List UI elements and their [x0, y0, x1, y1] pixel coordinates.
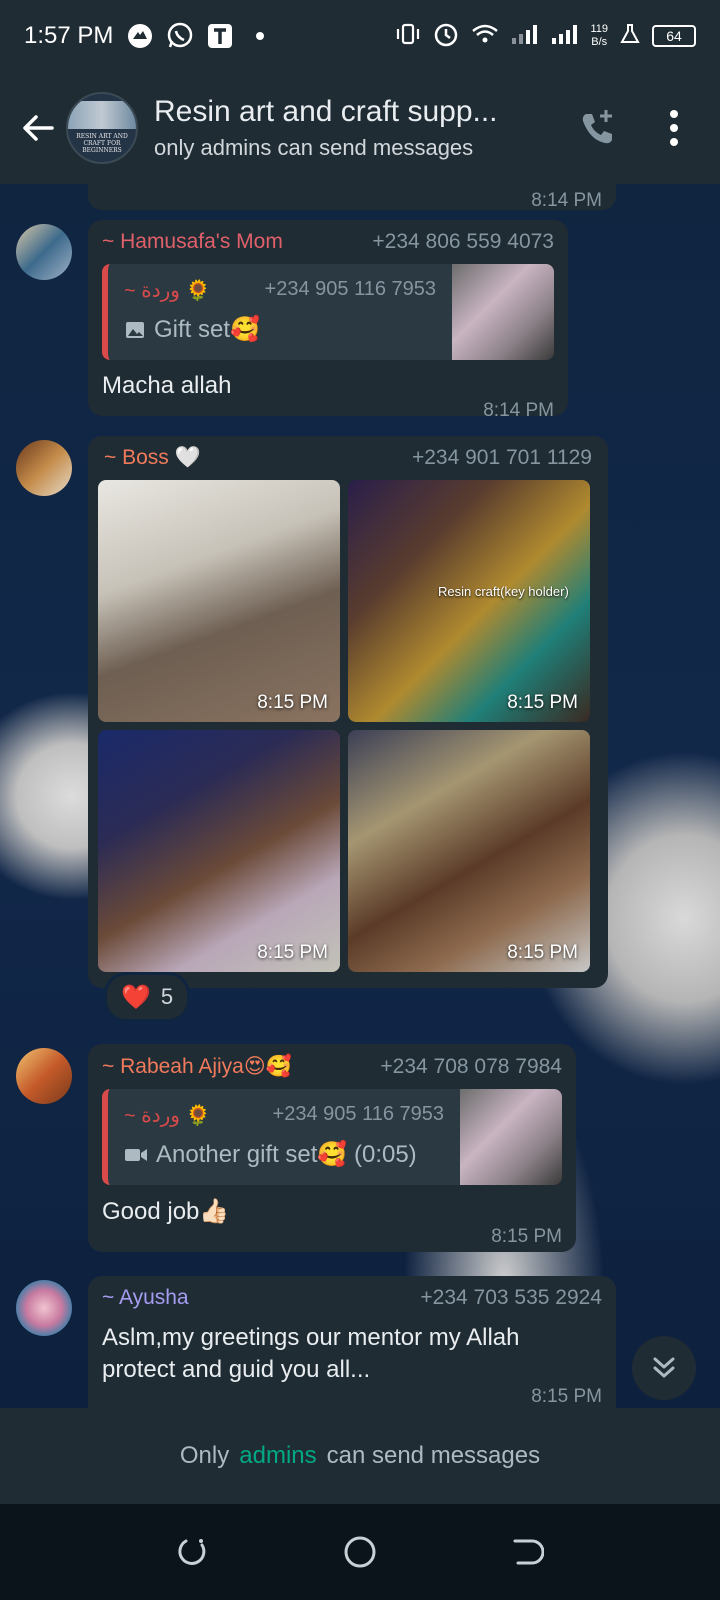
dot-icon [245, 21, 275, 51]
photo-grid: 8:15 PM Resin craft(key holder) 8:15 PM … [98, 480, 598, 972]
reaction-count: 5 [160, 984, 174, 1009]
recent-apps-button[interactable] [163, 1522, 223, 1582]
message-time: 8:15 PM [531, 1386, 602, 1407]
sender-name[interactable]: ~ Boss 🤍 [104, 446, 201, 470]
quoted-phone: +234 905 116 7953 [264, 278, 436, 300]
home-button[interactable] [330, 1522, 390, 1582]
video-icon [125, 1148, 147, 1161]
sender-name[interactable]: ~ Ayusha [102, 1286, 189, 1310]
message-bubble[interactable]: ~ Ayusha +234 703 535 2924 Aslm,my greet… [88, 1276, 616, 1408]
message-text: Macha allah [102, 372, 232, 399]
message-text: Aslm,my greetings our mentor my Allah pr… [102, 1324, 520, 1383]
back-nav-button[interactable] [497, 1522, 557, 1582]
arrow-left-icon [23, 115, 54, 141]
message-text: Good job👍🏻 [102, 1198, 230, 1225]
status-bar: 1:57 PM 119 B/s 64 [0, 0, 720, 72]
system-navigation-bar [0, 1504, 720, 1600]
double-chevron-down-icon [653, 1357, 675, 1378]
signal-icon [510, 22, 540, 51]
quoted-text: Gift set🥰 [154, 316, 260, 343]
net-speed: 119 B/s [590, 23, 608, 49]
message-bubble[interactable]: ~ Rabeah Ajiya😍🥰 +234 708 078 7984 ~ ورد… [88, 1044, 576, 1252]
back-nav-icon [513, 1539, 544, 1565]
photo-item[interactable]: Resin craft(key holder) 8:15 PM [348, 480, 590, 722]
message-bubble[interactable]: ~ Hamusafa's Mom +234 806 559 4073 ~ ورد… [88, 220, 568, 421]
quoted-thumbnail [452, 264, 554, 360]
sender-phone: +234 901 701 1129 [411, 446, 592, 469]
sender-phone: +234 703 535 2924 [420, 1286, 602, 1309]
t-app-icon [205, 21, 235, 51]
notice-prefix: Only [179, 1442, 230, 1469]
signal-icon-2 [550, 22, 580, 51]
game-controller-icon [125, 21, 155, 51]
phone-plus-icon [582, 110, 612, 144]
sender-avatar[interactable] [16, 1048, 72, 1104]
quoted-thumbnail [460, 1089, 562, 1185]
scroll-to-bottom-button[interactable] [632, 1336, 696, 1400]
avatar-photo [68, 101, 136, 129]
net-speed-value: 119 [590, 23, 608, 35]
message-time: 8:14 PM [531, 190, 602, 211]
chat-header: RESIN ART AND CRAFT FOR BEGINNERS Resin … [0, 72, 720, 184]
chat-title-block[interactable]: Resin art and craft supp... only admins … [154, 95, 550, 161]
back-button[interactable] [10, 100, 66, 156]
quoted-message[interactable]: ~ وردة 🌻 +234 905 116 7953 Another gift … [102, 1089, 562, 1185]
photo-time: 8:15 PM [507, 942, 578, 963]
photo-item[interactable]: 8:15 PM [98, 480, 340, 722]
message-time: 8:14 PM [483, 400, 554, 421]
admins-link[interactable]: admins [239, 1442, 316, 1470]
notice-suffix: can send messages [326, 1442, 541, 1469]
sender-avatar[interactable] [16, 1280, 72, 1336]
group-title: Resin art and craft supp... [154, 95, 498, 128]
quoted-message[interactable]: ~ وردة 🌻 +234 905 116 7953 Gift set🥰 [102, 264, 554, 360]
photo-item[interactable]: 8:15 PM [98, 730, 340, 972]
group-subtitle: only admins can send messages [154, 135, 474, 160]
chat-area[interactable]: 8:14 PM ~ Hamusafa's Mom +234 806 559 40… [0, 184, 720, 1408]
avatar-text: RESIN ART AND CRAFT FOR BEGINNERS [76, 133, 128, 154]
wifi-icon [470, 20, 500, 53]
message-bubble-partial: 8:14 PM [88, 184, 616, 211]
sender-phone: +234 708 078 7984 [380, 1054, 562, 1078]
photo-item[interactable]: 8:15 PM [348, 730, 590, 972]
sender-avatar[interactable] [16, 440, 72, 496]
more-options-button[interactable] [646, 100, 702, 156]
quoted-sender: ~ وردة 🌻 [124, 1105, 211, 1127]
vibrate-icon [394, 20, 422, 53]
battery-icon: 64 [652, 25, 696, 47]
sender-phone: +234 806 559 4073 [372, 230, 554, 253]
recent-apps-icon [178, 1539, 206, 1565]
image-icon [126, 321, 144, 338]
admins-only-notice: Only admins can send messages [0, 1408, 720, 1504]
group-avatar[interactable]: RESIN ART AND CRAFT FOR BEGINNERS [66, 92, 138, 164]
whatsapp-icon [165, 21, 195, 51]
sender-name[interactable]: ~ Hamusafa's Mom [102, 230, 283, 254]
alarm-icon [432, 20, 460, 53]
message-bubble[interactable]: ~ Boss 🤍 +234 901 701 1129 8:15 PM Resin… [88, 436, 608, 988]
sender-name[interactable]: ~ Rabeah Ajiya😍🥰 [102, 1054, 292, 1079]
net-speed-unit: B/s [591, 36, 608, 48]
photo-time: 8:15 PM [257, 692, 328, 713]
photo-overlay-text: Resin craft(key holder) [438, 584, 569, 599]
sender-avatar[interactable] [16, 224, 72, 280]
quoted-phone: +234 905 116 7953 [272, 1103, 444, 1125]
reaction-chip[interactable]: ❤️ 5 [104, 972, 191, 1022]
heart-emoji: ❤️ [121, 983, 151, 1011]
flask-icon [618, 22, 642, 51]
status-time: 1:57 PM [24, 22, 114, 49]
quoted-sender: ~ وردة 🌻 [124, 280, 211, 302]
home-circle-icon [344, 1536, 376, 1568]
add-call-button[interactable] [570, 100, 626, 156]
photo-time: 8:15 PM [257, 942, 328, 963]
more-vert-icon [670, 110, 678, 146]
quoted-text: Another gift set🥰 (0:05) [156, 1141, 417, 1168]
photo-time: 8:15 PM [507, 692, 578, 713]
message-time: 8:15 PM [491, 1226, 562, 1247]
